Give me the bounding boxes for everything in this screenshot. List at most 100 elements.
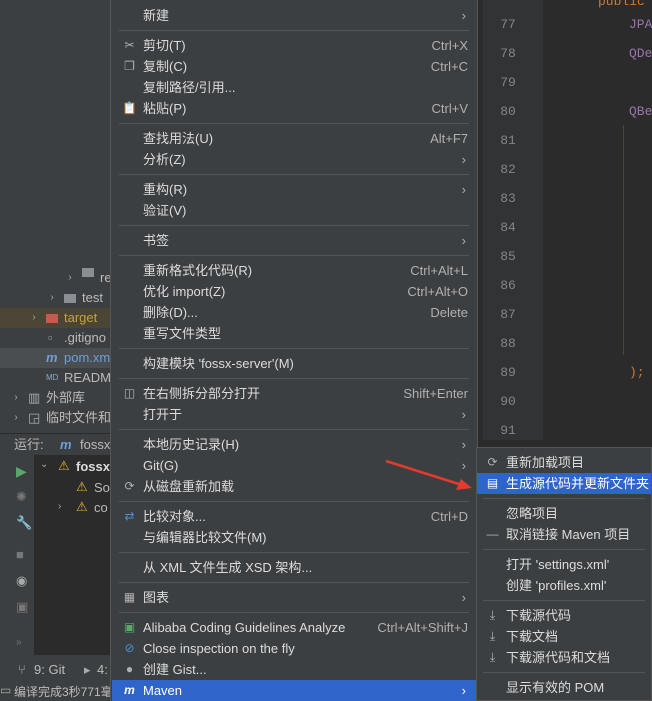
menu-separator [119, 348, 469, 349]
debug-icon[interactable]: ✺ [16, 489, 27, 505]
menu-item-m[interactable]: 与编辑器比较文件(M) [112, 527, 476, 548]
menu-item-icon: ✂ [124, 38, 135, 52]
submenu-item-label: 取消链接 Maven 项目 [506, 527, 631, 542]
menu-item-item[interactable]: ▦ 图表 › [112, 587, 476, 608]
tree-item-gitignore[interactable]: ▫ .gitigno [0, 328, 110, 348]
line-number: 89 [500, 365, 516, 380]
camera-icon[interactable]: ▣ [16, 599, 28, 615]
stop-icon[interactable]: ■ [16, 547, 24, 562]
menu-item-icon: ◫ [123, 386, 136, 400]
line-number: 88 [500, 336, 516, 351]
warning-icon: ⚠ [76, 499, 88, 514]
submenu-item-item[interactable]: ▤ 生成源代码并更新文件夹 [477, 473, 651, 494]
menu-item-r[interactable]: 重构(R) › [112, 179, 476, 200]
code-token: JPA [629, 17, 652, 32]
tree-item-external-libs[interactable]: › ▥ 外部库 [0, 388, 110, 408]
run-tab[interactable]: fossx [80, 434, 110, 456]
menu-item-label: 剪切(T) [143, 38, 186, 53]
menu-item-label: 从 XML 文件生成 XSD 架构... [143, 560, 313, 575]
run-child[interactable]: So [94, 480, 110, 495]
menu-item-label: 删除(D)... [143, 305, 198, 320]
line-number: 82 [500, 162, 516, 177]
menu-item-close-inspection-on-the-fly[interactable]: ⊘ Close inspection on the fly [112, 638, 476, 659]
git-tab[interactable]: 9: Git [34, 662, 65, 677]
menu-item-icon: m [124, 683, 135, 697]
menu-item-z[interactable]: 分析(Z) › [112, 149, 476, 170]
tree-item-resources[interactable]: › re [0, 268, 112, 288]
eye-icon[interactable]: ◉ [16, 573, 27, 589]
file-icon: ▫ [48, 330, 53, 345]
run-child[interactable]: co [94, 500, 108, 515]
tree-item-target[interactable]: › target [0, 308, 110, 328]
line-number: 87 [500, 307, 516, 322]
menu-item-gist[interactable]: ● 创建 Gist... [112, 659, 476, 680]
menu-item-icon: ● [125, 662, 134, 676]
menu-item-item[interactable]: 打开于 › [112, 404, 476, 425]
submenu-item-label: 忽略项目 [506, 506, 559, 521]
submenu-item-settings-xml[interactable]: 打开 'settings.xml' [477, 554, 651, 575]
expand-arrow-icon[interactable]: › [10, 388, 22, 408]
submenu-arrow-icon: › [461, 152, 466, 167]
menu-item-p[interactable]: 📋 粘贴(P) Ctrl+V [112, 98, 476, 119]
submenu-item-item[interactable]: 忽略项目 [477, 503, 651, 524]
submenu-item-item[interactable]: ⤓ 下载源代码 [477, 605, 651, 626]
menu-item-u[interactable]: 查找用法(U) Alt+F7 [112, 128, 476, 149]
menu-item-item[interactable]: ⇄ 比较对象... Ctrl+D [112, 506, 476, 527]
folder-icon [46, 314, 58, 323]
submenu-item-maven[interactable]: — 取消链接 Maven 项目 [477, 524, 651, 545]
menu-item-v[interactable]: 验证(V) [112, 200, 476, 221]
menu-item-label: 图表 [143, 590, 170, 605]
menu-item-r[interactable]: 重新格式化代码(R) Ctrl+Alt+L [112, 260, 476, 281]
menu-item-c[interactable]: ❐ 复制(C) Ctrl+C [112, 56, 476, 77]
submenu-item-pom[interactable]: 显示有效的 POM [477, 677, 651, 698]
submenu-item-item[interactable]: ⟳ 重新加载项目 [477, 452, 651, 473]
menu-item-alibaba-coding-guidelines-analyze[interactable]: ▣ Alibaba Coding Guidelines Analyze Ctrl+A… [112, 617, 476, 638]
expand-arrow-icon[interactable]: › [28, 308, 40, 328]
menu-separator [119, 501, 469, 502]
wrench-icon[interactable]: 🔧 [16, 515, 32, 531]
code-editor[interactable]: public JPA QDe QBe ); [543, 0, 652, 440]
tool-tab[interactable]: 4: [97, 662, 108, 677]
menu-item-t[interactable]: ✂ 剪切(T) Ctrl+X [112, 35, 476, 56]
tree-item-readme[interactable]: MD READM [0, 368, 111, 388]
submenu-item-icon: ⟳ [487, 455, 498, 469]
menu-item-label: 查找用法(U) [143, 131, 214, 146]
menu-item-maven[interactable]: m Maven › [112, 680, 476, 701]
run-root[interactable]: fossx [76, 459, 110, 474]
menu-item-h[interactable]: 本地历史记录(H) › [112, 434, 476, 455]
submenu-separator [483, 549, 645, 550]
menu-item-item[interactable]: 新建 › [112, 5, 476, 26]
collapse-arrow-icon[interactable]: ⌄ [40, 459, 48, 470]
menu-separator [119, 429, 469, 430]
tree-item-pom[interactable]: m pom.xm [0, 348, 110, 368]
submenu-item-label: 生成源代码并更新文件夹 [506, 476, 650, 491]
menu-item-xml-xsd[interactable]: 从 XML 文件生成 XSD 架构... [112, 557, 476, 578]
more-icon[interactable]: » [16, 637, 22, 648]
code-token: public [598, 0, 645, 9]
code-token: QDe [629, 46, 652, 61]
code-token: ); [629, 365, 645, 380]
expand-arrow-icon[interactable]: › [58, 501, 61, 512]
menu-item-d[interactable]: 删除(D)... Delete [112, 302, 476, 323]
menu-item-item[interactable]: 书签 › [112, 230, 476, 251]
submenu-item-label: 打开 'settings.xml' [506, 557, 610, 572]
expand-arrow-icon[interactable]: › [10, 408, 22, 428]
submenu-item-item[interactable]: ⤓ 下载源代码和文档 [477, 647, 651, 668]
menu-item-fossx-server-m[interactable]: 构建模块 'fossx-server'(M) [112, 353, 476, 374]
expand-arrow-icon[interactable]: › [64, 268, 76, 288]
menu-item-shortcut: Alt+F7 [430, 131, 468, 146]
submenu-item-profiles-xml[interactable]: 创建 'profiles.xml' [477, 575, 651, 596]
expand-arrow-icon[interactable]: › [46, 288, 58, 308]
menu-item-import-z[interactable]: 优化 import(Z) Ctrl+Alt+O [112, 281, 476, 302]
menu-item-item[interactable]: 重写文件类型 [112, 323, 476, 344]
tree-item-test[interactable]: › test [0, 288, 110, 308]
menu-item-item[interactable]: ◫ 在右侧拆分部分打开 Shift+Enter [112, 383, 476, 404]
submenu-item-item[interactable]: ⤓ 下载文档 [477, 626, 651, 647]
menu-item-label: 构建模块 'fossx-server'(M) [143, 356, 294, 371]
menu-item-item[interactable]: 复制路径/引用... [112, 77, 476, 98]
tree-item-scratches[interactable]: › ◲ 临时文件和控 [0, 408, 124, 428]
menu-item-label: 复制路径/引用... [143, 80, 236, 95]
run-icon[interactable]: ▶ [16, 463, 27, 480]
menu-item-icon: ⟳ [124, 479, 135, 493]
run-label: 运行: [14, 437, 44, 452]
